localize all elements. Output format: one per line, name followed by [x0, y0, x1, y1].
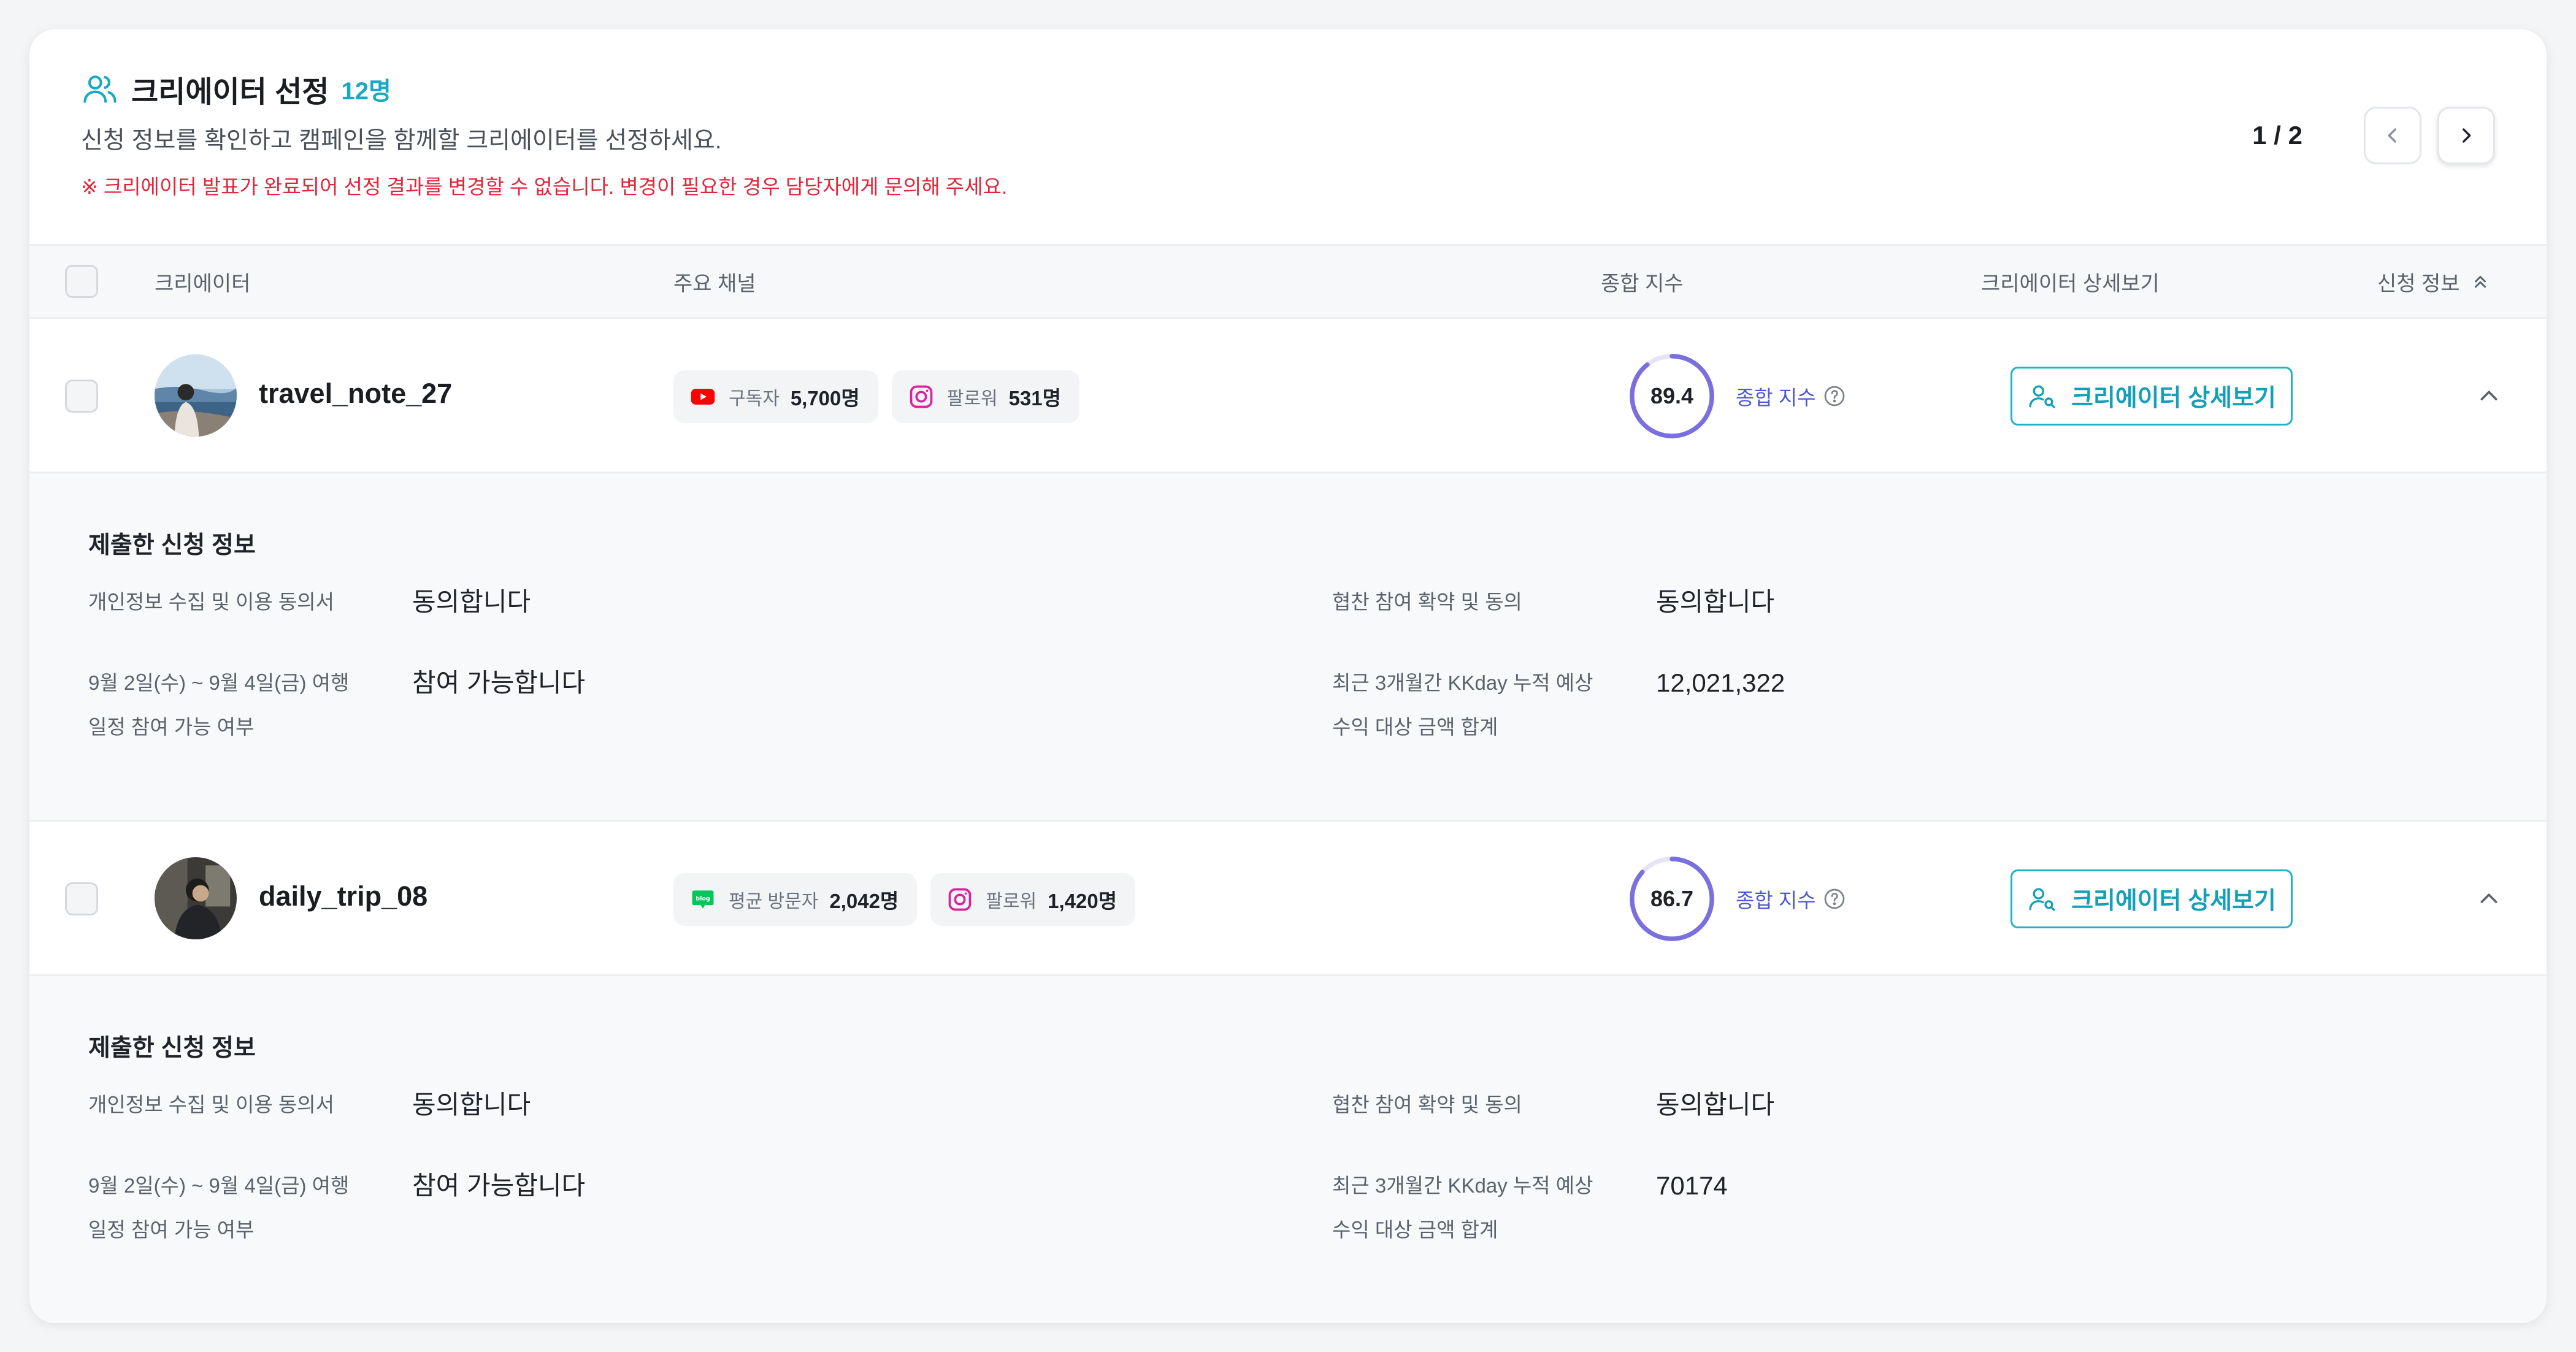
users-icon — [81, 70, 119, 108]
revenue-label-line-1: 최근 3개월간 KKday 누적 예상 — [1332, 1174, 1593, 1197]
score-label: 종합 지수 — [1736, 889, 1816, 912]
title-row: 크리에이터 선정 12명 — [81, 67, 391, 110]
privacy-consent-label: 개인정보 수집 및 이용 동의서 — [88, 590, 334, 613]
creator-handle: daily_trip_08 — [259, 880, 428, 912]
prev-page-button[interactable] — [2364, 107, 2421, 164]
schedule-availability-value: 참여 가능합니다 — [412, 668, 586, 697]
creator-detail-label: 크리에이터 상세보기 — [2071, 888, 2276, 914]
sponsorship-consent-value: 동의합니다 — [1656, 587, 1775, 616]
panel-title: 제출한 신청 정보 — [88, 1035, 256, 1061]
table-row: daily_trip_08 blog 평균 방문자 2,042명 팔로워 1,4… — [29, 822, 2547, 976]
user-search-icon — [2029, 888, 2055, 911]
revenue-total-label: 최근 3개월간 KKday 누적 예상 수익 대상 금액 합계 — [1332, 1164, 1593, 1252]
page-indicator: 1 / 2 — [2252, 121, 2302, 150]
chevron-right-icon — [2463, 128, 2471, 143]
column-channel: 주요 채널 — [673, 272, 756, 296]
card-header: 크리에이터 선정 12명 신청 정보를 확인하고 캠페인을 함께할 크리에이터를… — [29, 29, 2547, 244]
score-value: 89.4 — [1650, 383, 1694, 408]
creator-handle: travel_note_27 — [259, 378, 453, 409]
score-ring: 89.4 — [1627, 351, 1717, 441]
youtube-icon — [689, 383, 716, 410]
schedule-availability-label: 9월 2일(수) ~ 9월 4일(금) 여행 일정 참여 가능 여부 — [88, 661, 349, 749]
sponsorship-consent-label: 협찬 참여 확약 및 동의 — [1332, 1093, 1522, 1116]
schedule-label-line-1: 9월 2일(수) ~ 9월 4일(금) 여행 — [88, 1174, 350, 1197]
creator-detail-button[interactable]: 크리에이터 상세보기 — [2011, 869, 2293, 928]
page-subtitle: 신청 정보를 확인하고 캠페인을 함께할 크리에이터를 선정하세요. — [81, 128, 722, 154]
revenue-label-line-2: 수익 대상 금액 합계 — [1332, 1218, 1498, 1241]
channel-chip-instagram: 팔로워 1,420명 — [930, 873, 1136, 926]
channel-value: 531명 — [1008, 387, 1061, 410]
sponsorship-consent-label: 협찬 참여 확약 및 동의 — [1332, 590, 1522, 613]
channel-label: 구독자 — [729, 389, 780, 409]
chevron-up-icon — [2480, 391, 2497, 400]
double-chevron-up-icon — [2474, 276, 2486, 288]
revenue-total-value: 12,021,322 — [1656, 668, 1785, 697]
instagram-icon — [946, 886, 973, 913]
score-info-link[interactable]: 종합 지수 — [1736, 884, 1847, 914]
privacy-consent-value: 동의합니다 — [412, 587, 531, 616]
column-detail: 크리에이터 상세보기 — [1981, 272, 2160, 296]
column-apply-label: 신청 정보 — [2377, 272, 2460, 296]
avatar — [155, 857, 237, 939]
application-info-panel: 제출한 신청 정보 개인정보 수집 및 이용 동의서 동의합니다 협찬 참여 확… — [29, 473, 2547, 822]
creator-count-badge: 12명 — [341, 78, 391, 105]
revenue-total-label: 최근 3개월간 KKday 누적 예상 수익 대상 금액 합계 — [1332, 661, 1593, 749]
header-checkbox-cell — [65, 246, 98, 317]
schedule-label-line-2: 일정 참여 가능 여부 — [88, 1218, 255, 1241]
panel-title: 제출한 신청 정보 — [88, 532, 256, 559]
channel-label: 평균 방문자 — [729, 892, 819, 912]
svg-text:blog: blog — [696, 895, 710, 902]
schedule-label-line-1: 9월 2일(수) ~ 9월 4일(금) 여행 — [88, 671, 350, 694]
help-circle-icon — [1822, 384, 1847, 408]
column-creator: 크리에이터 — [155, 272, 251, 296]
channel-list: 구독자 5,700명 팔로워 531명 — [673, 370, 1093, 423]
row-collapse-button[interactable] — [2473, 883, 2505, 915]
schedule-availability-label: 9월 2일(수) ~ 9월 4일(금) 여행 일정 참여 가능 여부 — [88, 1164, 349, 1252]
help-circle-icon — [1822, 887, 1847, 911]
channel-value: 1,420명 — [1048, 890, 1117, 912]
page-title: 크리에이터 선정 — [131, 76, 329, 109]
creator-selection-card: 크리에이터 선정 12명 신청 정보를 확인하고 캠페인을 함께할 크리에이터를… — [29, 29, 2547, 1323]
channel-label: 팔로워 — [986, 892, 1037, 912]
chevron-up-icon — [2480, 893, 2497, 903]
naver-blog-icon: blog — [689, 886, 716, 913]
avatar — [155, 354, 237, 437]
table-header: 크리에이터 주요 채널 종합 지수 크리에이터 상세보기 신청 정보 — [29, 244, 2547, 319]
sponsorship-consent-value: 동의합니다 — [1656, 1090, 1775, 1119]
row-checkbox[interactable] — [65, 380, 98, 413]
pagination: 1 / 2 — [2252, 107, 2495, 164]
revenue-label-line-1: 최근 3개월간 KKday 누적 예상 — [1332, 671, 1593, 694]
user-search-icon — [2029, 385, 2055, 408]
score-label: 종합 지수 — [1736, 386, 1816, 409]
column-score: 종합 지수 — [1601, 272, 1684, 296]
channel-chip-youtube: 구독자 5,700명 — [673, 370, 878, 423]
channel-chip-naver-blog: blog 평균 방문자 2,042명 — [673, 873, 918, 926]
column-apply-toggle[interactable]: 신청 정보 — [2377, 246, 2490, 317]
chevron-left-icon — [2388, 128, 2396, 143]
row-checkbox[interactable] — [65, 882, 98, 915]
channel-label: 팔로워 — [946, 389, 998, 409]
row-collapse-button[interactable] — [2473, 380, 2505, 412]
revenue-label-line-2: 수익 대상 금액 합계 — [1332, 716, 1498, 738]
creator-detail-button[interactable]: 크리에이터 상세보기 — [2011, 367, 2293, 426]
channel-list: blog 평균 방문자 2,042명 팔로워 1,420명 — [673, 873, 1149, 926]
next-page-button[interactable] — [2437, 107, 2495, 164]
score-value: 86.7 — [1650, 886, 1694, 911]
schedule-availability-value: 참여 가능합니다 — [412, 1171, 586, 1200]
application-info-panel: 제출한 신청 정보 개인정보 수집 및 이용 동의서 동의합니다 협찬 참여 확… — [29, 976, 2547, 1323]
channel-value: 2,042명 — [829, 890, 899, 912]
privacy-consent-label: 개인정보 수집 및 이용 동의서 — [88, 1093, 334, 1116]
score-ring: 86.7 — [1627, 854, 1717, 944]
score-info-link[interactable]: 종합 지수 — [1736, 381, 1847, 411]
channel-value: 5,700명 — [790, 387, 860, 410]
creator-detail-label: 크리에이터 상세보기 — [2071, 385, 2276, 411]
instagram-icon — [908, 383, 935, 410]
locked-notice: ※ 크리에이터 발표가 완료되어 선정 결과를 변경할 수 없습니다. 변경이 … — [81, 175, 1008, 198]
table-row: travel_note_27 구독자 5,700명 팔로워 531명 89.4 … — [29, 319, 2547, 473]
revenue-total-value: 70174 — [1656, 1171, 1728, 1200]
select-all-checkbox[interactable] — [65, 265, 98, 298]
schedule-label-line-2: 일정 참여 가능 여부 — [88, 716, 255, 738]
privacy-consent-value: 동의합니다 — [412, 1090, 531, 1119]
channel-chip-instagram: 팔로워 531명 — [891, 370, 1079, 423]
